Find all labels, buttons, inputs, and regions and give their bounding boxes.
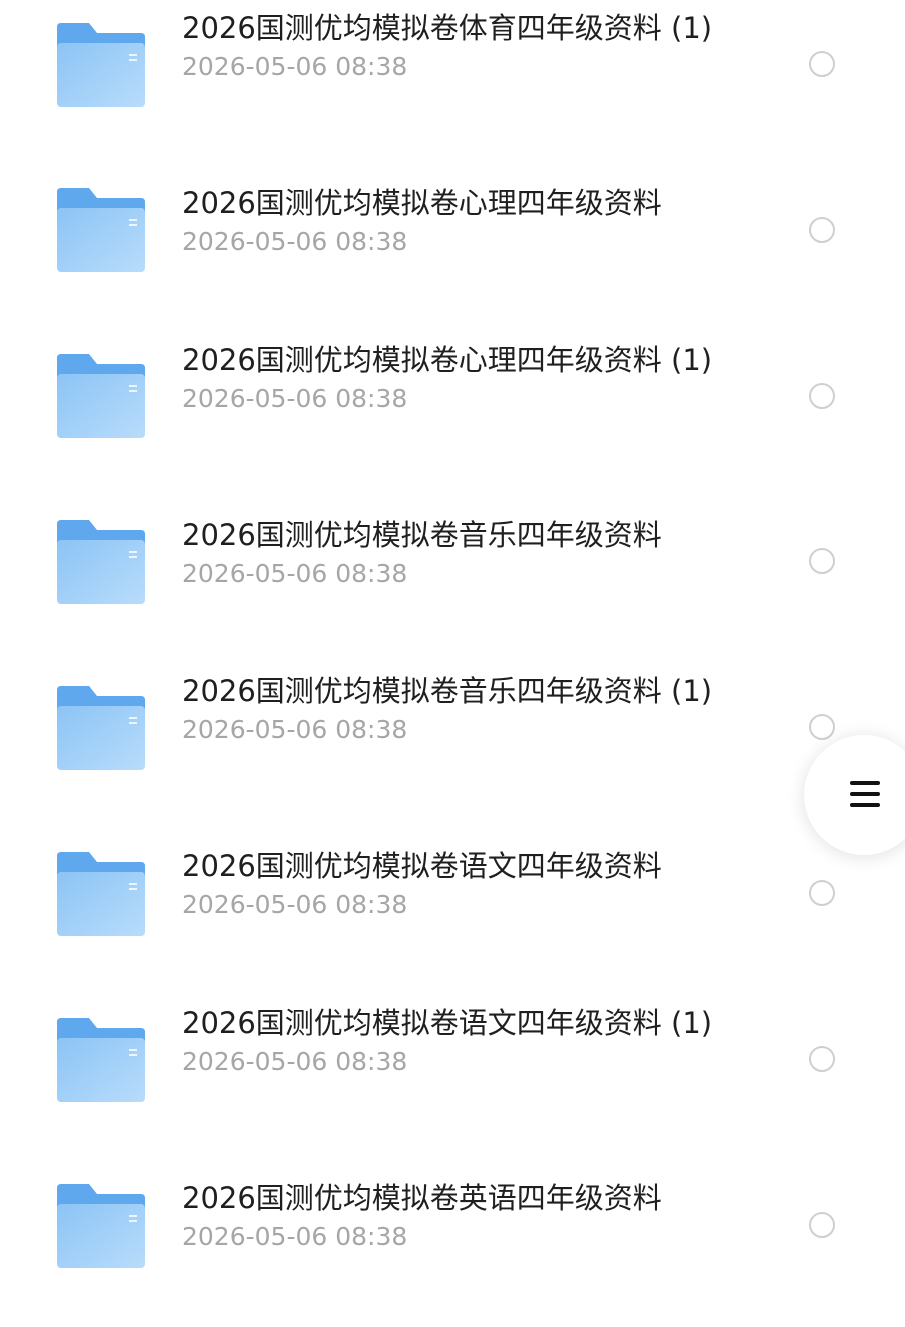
select-radio[interactable] [809, 880, 835, 906]
folder-icon [55, 352, 147, 440]
folder-icon [55, 850, 147, 938]
item-title: 2026国测优均模拟卷心理四年级资料 (1) [182, 343, 713, 377]
select-radio[interactable] [809, 714, 835, 740]
folder-icon [55, 684, 147, 772]
folder-icon [55, 186, 147, 274]
list-item[interactable]: 2026国测优均模拟卷语文四年级资料 2026-05-06 08:38 [0, 829, 905, 995]
list-item[interactable]: 2026国测优均模拟卷英语四年级资料 2026-05-06 08:38 [0, 1161, 905, 1327]
item-date: 2026-05-06 08:38 [182, 227, 408, 256]
item-date: 2026-05-06 08:38 [182, 715, 408, 744]
select-radio[interactable] [809, 217, 835, 243]
item-text: 2026国测优均模拟卷音乐四年级资料 (1) 2026-05-06 08:38 [182, 673, 762, 746]
folder-icon [55, 21, 147, 109]
item-text: 2026国测优均模拟卷语文四年级资料 (1) 2026-05-06 08:38 [182, 1005, 762, 1078]
select-radio[interactable] [809, 548, 835, 574]
item-date: 2026-05-06 08:38 [182, 890, 408, 919]
select-radio[interactable] [809, 1046, 835, 1072]
folder-icon [55, 1016, 147, 1104]
item-title: 2026国测优均模拟卷语文四年级资料 [182, 849, 662, 883]
item-text: 2026国测优均模拟卷音乐四年级资料 2026-05-06 08:38 [182, 517, 762, 590]
item-text: 2026国测优均模拟卷英语四年级资料 2026-05-06 08:38 [182, 1180, 762, 1253]
list-item[interactable]: 2026国测优均模拟卷体育四年级资料 (1) 2026-05-06 08:38 [0, 0, 905, 166]
item-text: 2026国测优均模拟卷体育四年级资料 (1) 2026-05-06 08:38 [182, 10, 762, 83]
item-title: 2026国测优均模拟卷英语四年级资料 [182, 1181, 662, 1215]
item-title: 2026国测优均模拟卷语文四年级资料 (1) [182, 1006, 713, 1040]
list-item[interactable]: 2026国测优均模拟卷语文四年级资料 (1) 2026-05-06 08:38 [0, 995, 905, 1161]
select-radio[interactable] [809, 1212, 835, 1238]
item-title: 2026国测优均模拟卷心理四年级资料 [182, 186, 662, 220]
item-text: 2026国测优均模拟卷心理四年级资料 (1) 2026-05-06 08:38 [182, 342, 762, 415]
item-date: 2026-05-06 08:38 [182, 52, 408, 81]
select-radio[interactable] [809, 51, 835, 77]
list-item[interactable]: 2026国测优均模拟卷音乐四年级资料 (1) 2026-05-06 08:38 [0, 663, 905, 829]
select-radio[interactable] [809, 383, 835, 409]
item-title: 2026国测优均模拟卷音乐四年级资料 [182, 518, 662, 552]
item-text: 2026国测优均模拟卷心理四年级资料 2026-05-06 08:38 [182, 185, 762, 258]
item-date: 2026-05-06 08:38 [182, 384, 408, 413]
folder-icon [55, 518, 147, 606]
item-date: 2026-05-06 08:38 [182, 1222, 408, 1251]
item-title: 2026国测优均模拟卷音乐四年级资料 (1) [182, 674, 713, 708]
item-text: 2026国测优均模拟卷语文四年级资料 2026-05-06 08:38 [182, 848, 762, 921]
list-item[interactable]: 2026国测优均模拟卷心理四年级资料 2026-05-06 08:38 [0, 166, 905, 332]
item-title: 2026国测优均模拟卷体育四年级资料 (1) [182, 11, 713, 45]
list-item[interactable]: 2026国测优均模拟卷音乐四年级资料 2026-05-06 08:38 [0, 497, 905, 663]
folder-icon [55, 1182, 147, 1270]
item-date: 2026-05-06 08:38 [182, 1047, 408, 1076]
file-list: 2026国测优均模拟卷体育四年级资料 (1) 2026-05-06 08:38 [0, 0, 905, 1280]
item-date: 2026-05-06 08:38 [182, 559, 408, 588]
list-item[interactable]: 2026国测优均模拟卷心理四年级资料 (1) 2026-05-06 08:38 [0, 332, 905, 498]
